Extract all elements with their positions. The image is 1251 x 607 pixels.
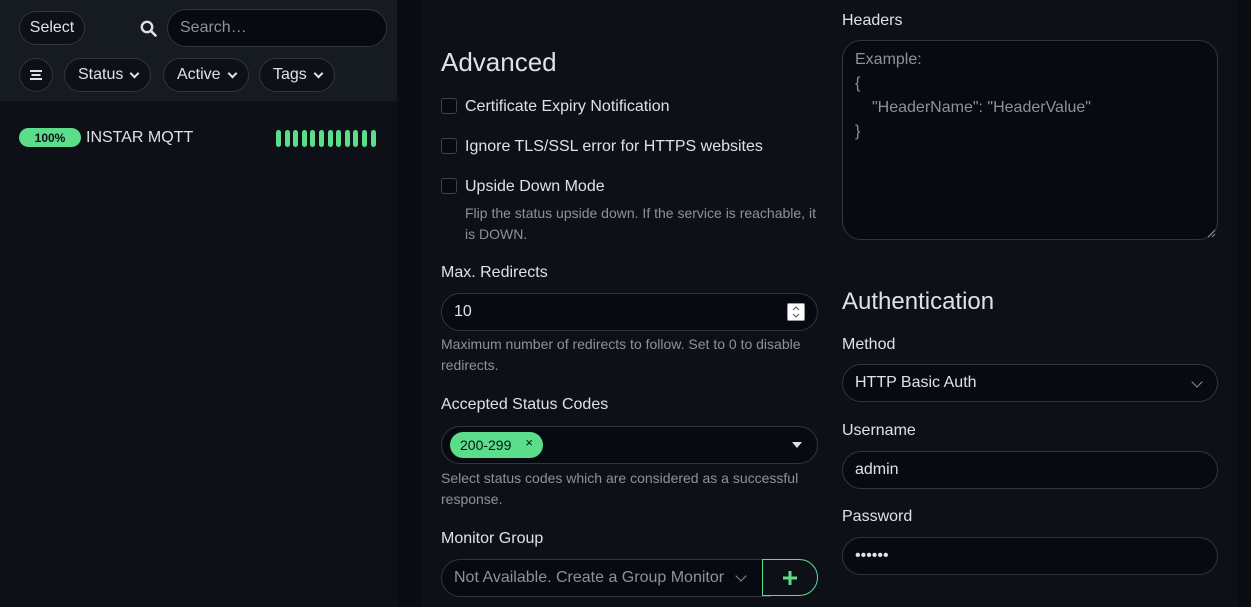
max-redirects-input[interactable]: 10: [441, 293, 818, 331]
password-input[interactable]: ••••••: [842, 537, 1218, 575]
chevron-down-icon: [313, 68, 324, 78]
remove-tag-icon[interactable]: ×: [525, 435, 533, 450]
heartbeat-beat: [293, 130, 299, 147]
heartbeat-beat: [327, 130, 333, 147]
password-value: ••••••: [855, 547, 889, 564]
heartbeat-beat: [344, 130, 350, 147]
select-button[interactable]: Select: [19, 11, 85, 45]
status-code-tag: 200-299 ×: [450, 432, 543, 458]
search-input[interactable]: [168, 10, 386, 46]
max-redirects-value: 10: [454, 303, 472, 320]
method-label: Method: [842, 336, 896, 353]
heartbeat-beat: [319, 130, 324, 147]
list-filter-icon: [30, 70, 42, 80]
chevron-down-icon: [227, 68, 238, 78]
heartbeat-beat: [336, 130, 342, 147]
tags-filter[interactable]: Tags: [259, 58, 335, 92]
number-spinner[interactable]: [787, 303, 805, 321]
auth-method-select[interactable]: HTTP Basic Auth: [842, 364, 1218, 402]
heartbeat-beat: [284, 130, 290, 147]
uptime-badge: 100%: [19, 128, 81, 147]
status-code-tag-label: 200-299: [460, 437, 512, 453]
monitor-group-label: Monitor Group: [441, 530, 544, 547]
tags-filter-label: Tags: [273, 66, 307, 83]
authentication-heading: Authentication: [842, 288, 995, 315]
monitor-group-select[interactable]: Not Available. Create a Group Monitor: [441, 559, 771, 597]
chevron-down-icon: [129, 68, 140, 78]
headers-placeholder-line: "HeaderName": "HeaderValue": [872, 99, 1091, 116]
ignore-tls-label: Ignore TLS/SSL error for HTTPS websites: [465, 138, 763, 155]
heartbeat-beat: [353, 130, 359, 147]
search-box: [167, 9, 387, 47]
status-filter[interactable]: Status: [64, 58, 152, 92]
add-group-button[interactable]: [762, 559, 818, 596]
headers-placeholder-line: {: [855, 75, 861, 92]
heartbeat-beat: [276, 130, 281, 147]
cert-expiry-label: Certificate Expiry Notification: [465, 98, 670, 115]
username-value: admin: [855, 461, 899, 478]
upside-down-help-line-1: Flip the status upside down. If the serv…: [465, 205, 816, 221]
plus-icon: [783, 570, 797, 585]
monitor-group-value: Not Available. Create a Group Monitor: [454, 569, 725, 586]
headers-textarea[interactable]: [842, 40, 1218, 240]
accepted-codes-help-line-2: response.: [441, 491, 503, 507]
accepted-codes-help-line-1: Select status codes which are considered…: [441, 470, 799, 486]
username-input[interactable]: admin: [842, 451, 1218, 489]
auth-method-value: HTTP Basic Auth: [855, 374, 977, 391]
filter-toggle-button[interactable]: [19, 58, 53, 92]
cert-expiry-checkbox[interactable]: [441, 98, 457, 114]
headers-placeholder-line: Example:: [855, 51, 922, 68]
heartbeat-beat: [362, 130, 367, 147]
active-filter[interactable]: Active: [163, 58, 249, 92]
active-filter-label: Active: [177, 66, 221, 83]
max-redirects-help-line-2: redirects.: [441, 357, 499, 373]
spinner-arrows-icon: [792, 306, 800, 318]
monitor-list-item[interactable]: 100% INSTAR MQTT: [0, 118, 397, 158]
heartbeat-beat: [301, 130, 307, 147]
upside-down-help-line-2: is DOWN.: [465, 226, 528, 242]
accepted-codes-label: Accepted Status Codes: [441, 396, 609, 413]
upside-down-label: Upside Down Mode: [465, 178, 605, 195]
password-label: Password: [842, 508, 913, 525]
ignore-tls-checkbox[interactable]: [441, 138, 457, 154]
username-label: Username: [842, 422, 916, 439]
headers-label: Headers: [842, 12, 903, 29]
caret-down-icon[interactable]: [792, 442, 802, 448]
heartbeat-beat: [310, 130, 316, 147]
upside-down-checkbox[interactable]: [441, 178, 457, 194]
search-icon[interactable]: [140, 20, 157, 37]
status-filter-label: Status: [78, 66, 124, 83]
advanced-heading: Advanced: [441, 47, 557, 77]
max-redirects-help-line-1: Maximum number of redirects to follow. S…: [441, 336, 801, 352]
max-redirects-label: Max. Redirects: [441, 264, 548, 281]
monitor-name: INSTAR MQTT: [86, 129, 194, 146]
heartbeat-beat: [370, 130, 376, 147]
sidebar: Select Status Active Tags 100% INSTAR MQ…: [0, 0, 397, 607]
resize-handle-icon[interactable]: [1206, 228, 1216, 238]
headers-placeholder-line: }: [855, 123, 861, 140]
